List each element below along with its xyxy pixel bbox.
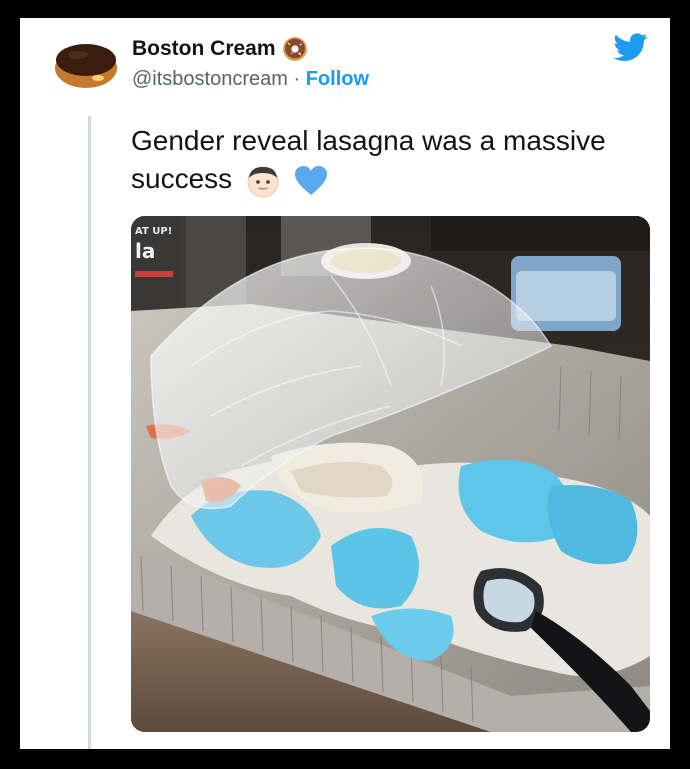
photo-lasagna-icon: AT UP! la (131, 216, 650, 732)
handle-line: @itsbostoncream · Follow (132, 68, 369, 91)
display-name[interactable]: Boston Cream (132, 36, 308, 62)
tweet-photo[interactable]: AT UP! la (131, 216, 650, 732)
thread-line (88, 116, 91, 749)
avatar[interactable] (54, 38, 118, 90)
box-label-top: AT UP! (135, 226, 172, 237)
donut-icon (282, 37, 307, 61)
handle[interactable]: @itsbostoncream (132, 68, 288, 90)
separator: · (293, 68, 301, 90)
tweet-text-content: Gender reveal lasagna was a massive succ… (131, 125, 606, 194)
twitter-bird-icon[interactable] (612, 30, 650, 64)
boy-face-icon (247, 166, 279, 198)
follow-button[interactable]: Follow (306, 68, 369, 90)
display-name-text: Boston Cream (132, 37, 276, 60)
tweet-text: Gender reveal lasagna was a massive succ… (131, 122, 651, 198)
box-label-mid: la (135, 239, 155, 263)
donut-avatar-icon (55, 44, 117, 88)
tweet-card: Boston Cream @itsbostoncream · Follow Ge… (20, 18, 670, 749)
blue-heart-icon (294, 165, 327, 195)
